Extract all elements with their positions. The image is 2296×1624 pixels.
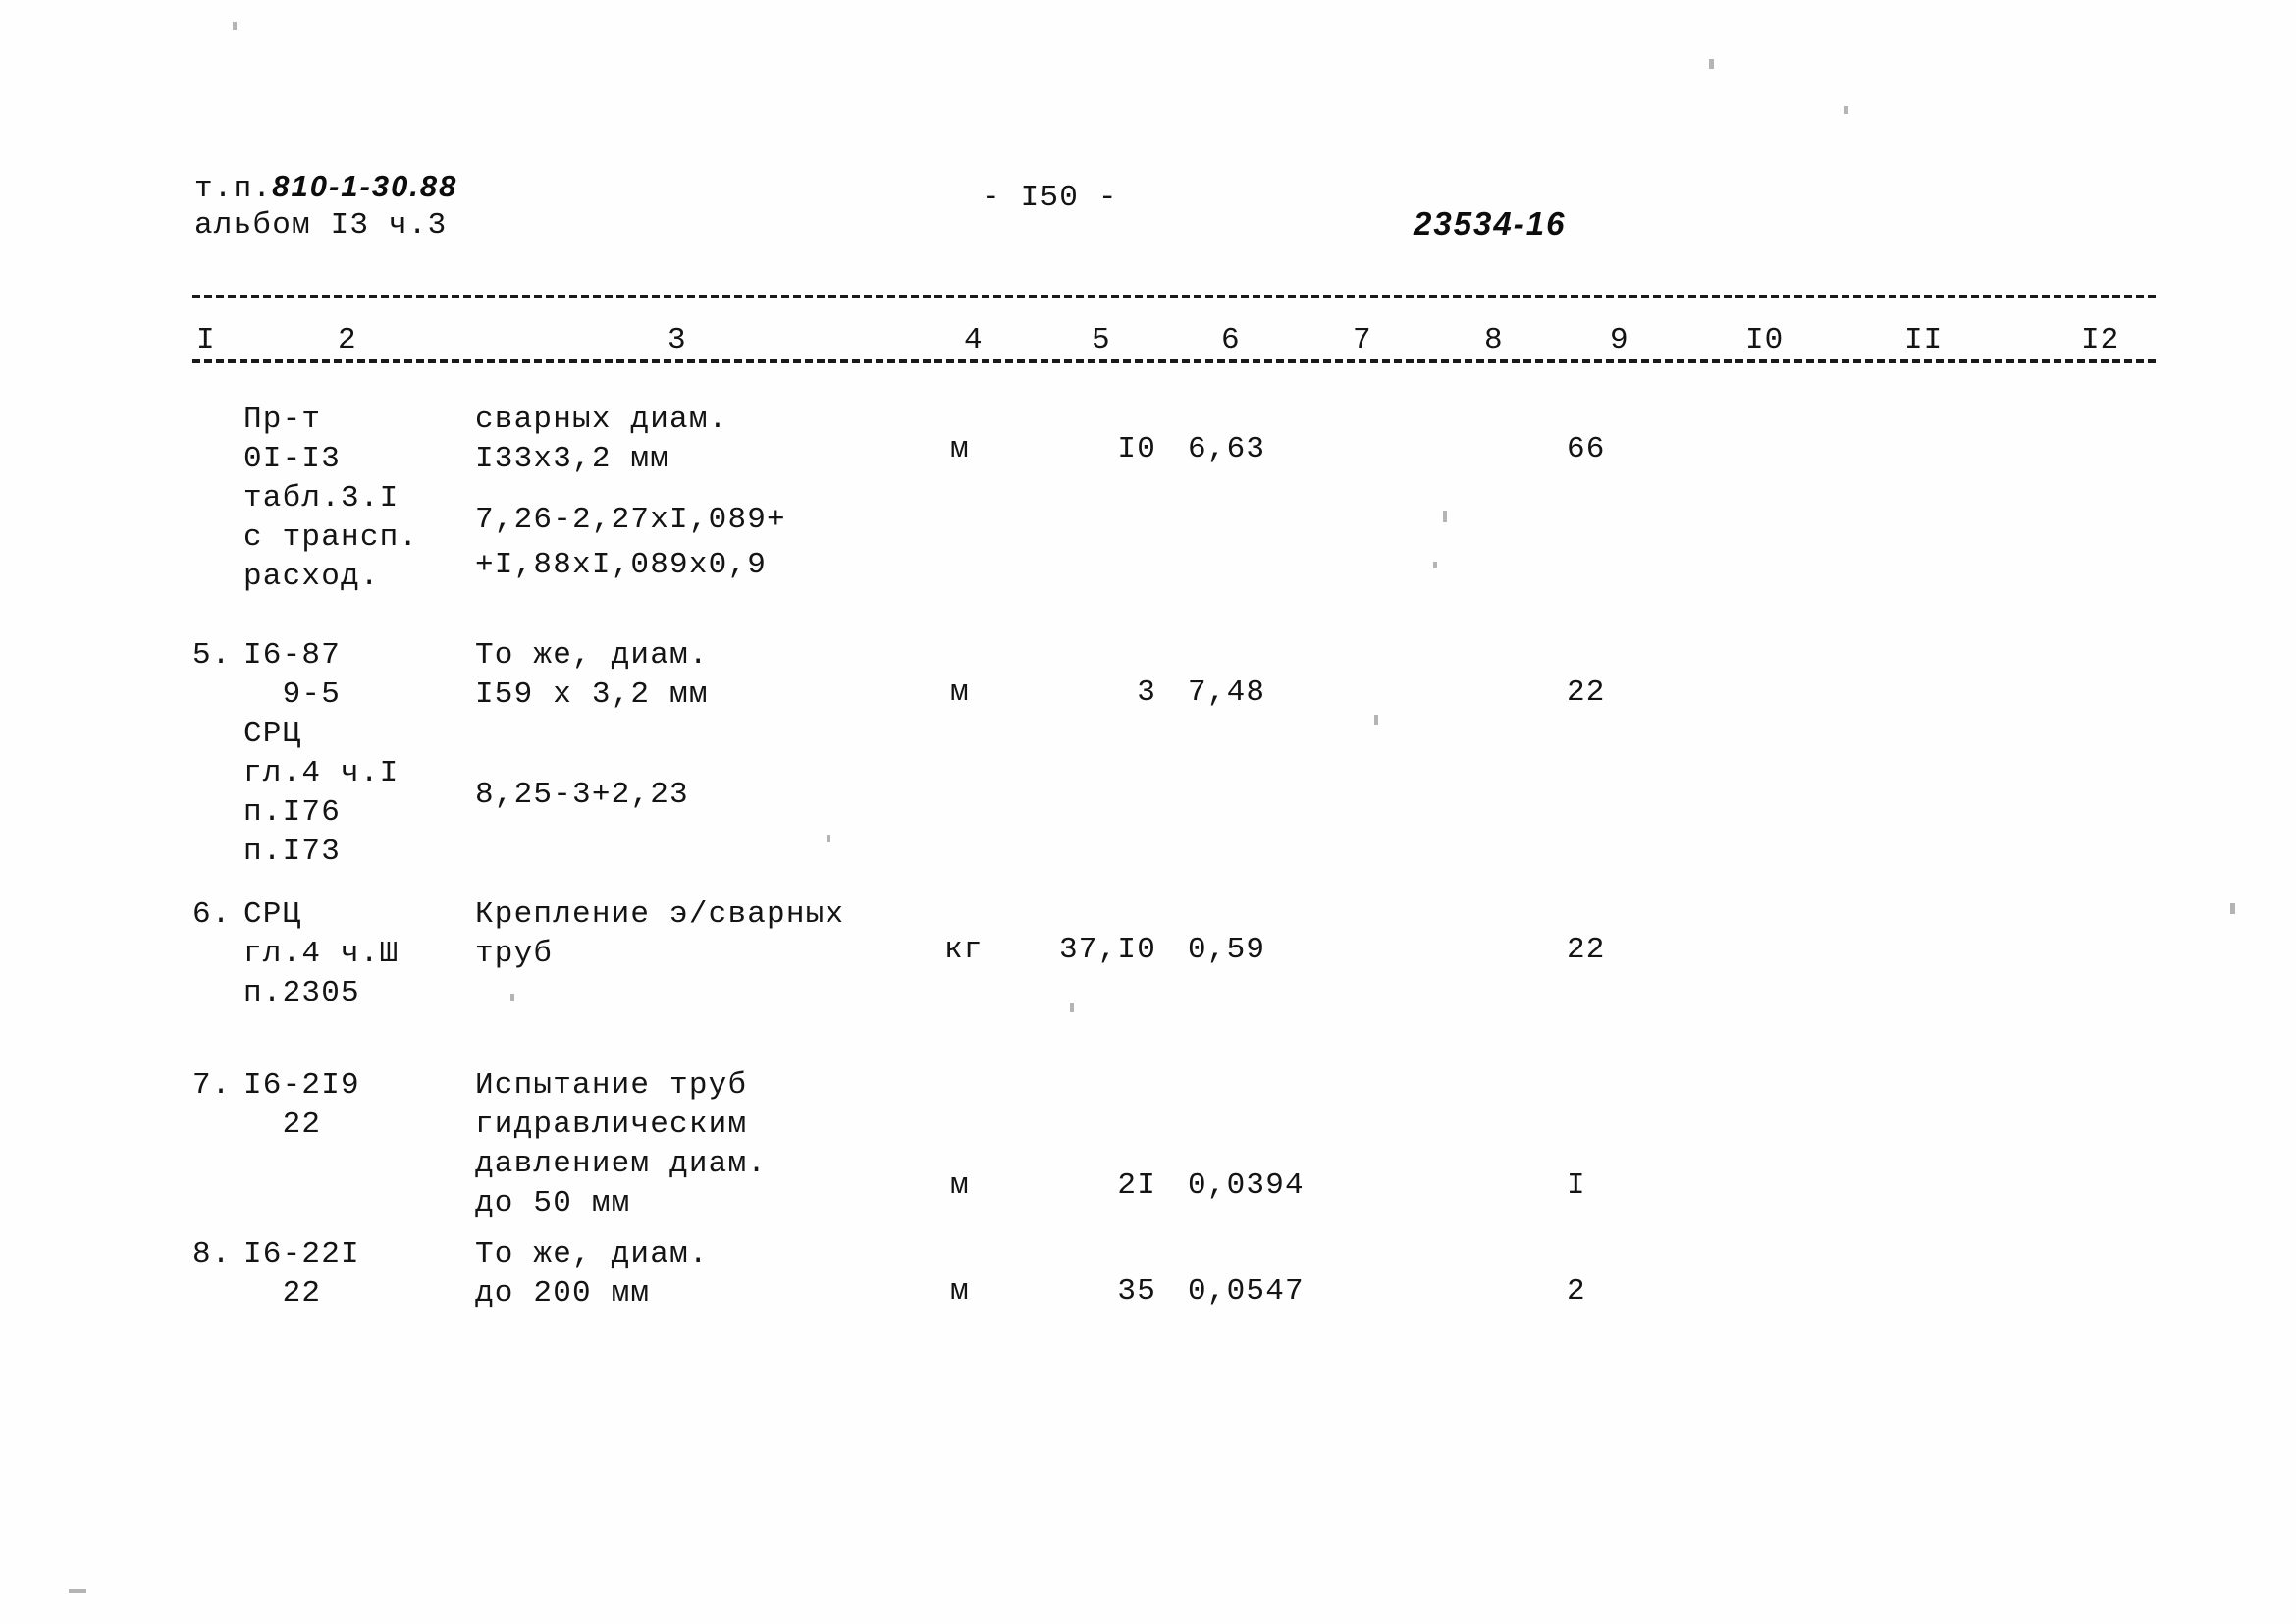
row-rate: 0,0394 xyxy=(1188,1168,1305,1203)
row-unit: м xyxy=(950,1274,970,1309)
column-header-11: II xyxy=(1904,323,1944,357)
column-header-8: 8 xyxy=(1484,323,1504,357)
row-quantity: I0 xyxy=(1117,432,1156,466)
scan-speck xyxy=(2230,903,2235,914)
scan-speck xyxy=(1433,562,1437,568)
row-code: I6-87 9-5 СРЦ гл.4 ч.I п.I76 п.I73 xyxy=(243,638,400,869)
sheet-code: 23534-16 xyxy=(1414,205,1567,242)
row-unit: кг xyxy=(944,933,984,967)
row-unit: м xyxy=(950,432,970,466)
row-description: Крепление э/сварных труб xyxy=(475,897,845,971)
column-header-3: 3 xyxy=(667,323,687,357)
column-header-7: 7 xyxy=(1353,323,1372,357)
document-code-line: т.п.810-1-30.88 xyxy=(194,167,457,209)
row-number: 7. xyxy=(192,1068,232,1103)
column-header-1: I xyxy=(196,323,216,357)
row-unit: м xyxy=(950,1168,970,1203)
row-total: 2 xyxy=(1567,1274,1586,1309)
scan-speck xyxy=(827,835,830,842)
scan-speck xyxy=(1374,715,1378,725)
document-code-prefix: т.п. xyxy=(194,172,273,206)
scan-speck xyxy=(1709,59,1714,69)
column-header-4: 4 xyxy=(964,323,984,357)
row-quantity: 35 xyxy=(1117,1274,1156,1309)
scan-speck xyxy=(233,22,237,30)
row-formula-a: 7,26-2,27хI,089+ xyxy=(475,503,786,537)
row-description: То же, диам. I59 х 3,2 мм xyxy=(475,638,709,712)
row-code: Пр-т 0I-I3 табл.3.I с трансп. расход. xyxy=(243,403,419,594)
document-code-value: 810-1-30.88 xyxy=(272,169,458,203)
row-code: I6-22I 22 xyxy=(243,1237,360,1311)
column-header-12: I2 xyxy=(2081,323,2120,357)
scan-speck xyxy=(69,1589,86,1593)
table-top-rule xyxy=(192,295,2156,298)
row-rate: 0,59 xyxy=(1188,933,1266,967)
row-rate: 7,48 xyxy=(1188,676,1266,710)
row-code: I6-2I9 22 xyxy=(243,1068,360,1142)
row-description: сварных диам. I33х3,2 мм xyxy=(475,403,728,476)
row-number: 5. xyxy=(192,638,232,673)
column-header-5: 5 xyxy=(1092,323,1111,357)
album-line: альбом I3 ч.3 xyxy=(194,208,448,243)
row-total: 22 xyxy=(1567,933,1606,967)
table-header-bottom-rule xyxy=(192,359,2156,363)
row-number: 8. xyxy=(192,1237,232,1272)
row-formula-b: +I,88хI,089х0,9 xyxy=(475,548,768,582)
row-rate: 6,63 xyxy=(1188,432,1266,466)
scan-speck xyxy=(1443,511,1447,522)
row-quantity: 3 xyxy=(1137,676,1156,710)
column-header-10: I0 xyxy=(1745,323,1785,357)
row-description: То же, диам. до 200 мм xyxy=(475,1237,709,1311)
column-header-2: 2 xyxy=(338,323,357,357)
column-header-9: 9 xyxy=(1610,323,1629,357)
row-quantity: 2I xyxy=(1117,1168,1156,1203)
row-formula-a: 8,25-3+2,23 xyxy=(475,778,689,812)
row-code: СРЦ гл.4 ч.Ш п.2305 xyxy=(243,897,400,1010)
row-description: Испытание труб гидравлическим давлением … xyxy=(475,1068,768,1220)
row-total: 66 xyxy=(1567,432,1606,466)
scan-speck xyxy=(1070,1003,1074,1012)
row-number: 6. xyxy=(192,897,232,932)
scanned-document-page: т.п.810-1-30.88 альбом I3 ч.3 - I50 - 23… xyxy=(0,0,2296,1624)
row-unit: м xyxy=(950,676,970,710)
scan-speck xyxy=(510,994,514,1001)
row-total: 22 xyxy=(1567,676,1606,710)
scan-speck xyxy=(1844,106,1848,114)
column-header-6: 6 xyxy=(1221,323,1241,357)
page-number: - I50 - xyxy=(982,181,1118,215)
row-quantity: 37,I0 xyxy=(1058,933,1156,967)
row-rate: 0,0547 xyxy=(1188,1274,1305,1309)
row-total: I xyxy=(1567,1168,1586,1203)
